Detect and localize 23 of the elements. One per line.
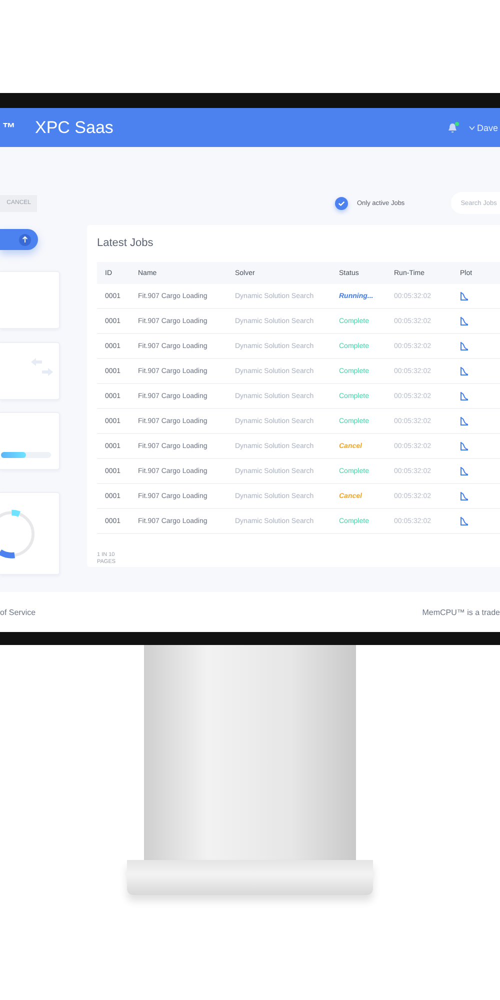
bell-icon[interactable] bbox=[448, 122, 457, 132]
plot-icon[interactable] bbox=[460, 416, 469, 426]
plot-icon[interactable] bbox=[460, 391, 469, 401]
plot-icon[interactable] bbox=[460, 316, 469, 326]
app-title: XPC Saas bbox=[35, 118, 114, 138]
footer-link[interactable]: of Service bbox=[0, 608, 36, 616]
plot-icon[interactable] bbox=[460, 291, 469, 301]
plot-icon[interactable] bbox=[460, 441, 469, 451]
check-icon bbox=[338, 200, 345, 206]
plot-icon[interactable] bbox=[460, 516, 469, 526]
card-title: Latest Jobs bbox=[97, 237, 154, 249]
plot-icon[interactable] bbox=[460, 491, 469, 501]
arrows-icon bbox=[31, 357, 53, 377]
chevron-icon bbox=[468, 126, 475, 130]
plot-icon[interactable] bbox=[460, 366, 469, 376]
footer-text: MemCPU™ is a trade bbox=[422, 608, 500, 616]
plot-icon[interactable] bbox=[460, 466, 469, 476]
arrow-up-icon bbox=[22, 236, 28, 243]
upload-button[interactable] bbox=[0, 229, 38, 250]
plot-icon[interactable] bbox=[460, 341, 469, 351]
logo: ™ bbox=[2, 120, 15, 135]
user-menu[interactable]: Dave bbox=[468, 122, 498, 132]
checkbox[interactable] bbox=[335, 196, 348, 210]
